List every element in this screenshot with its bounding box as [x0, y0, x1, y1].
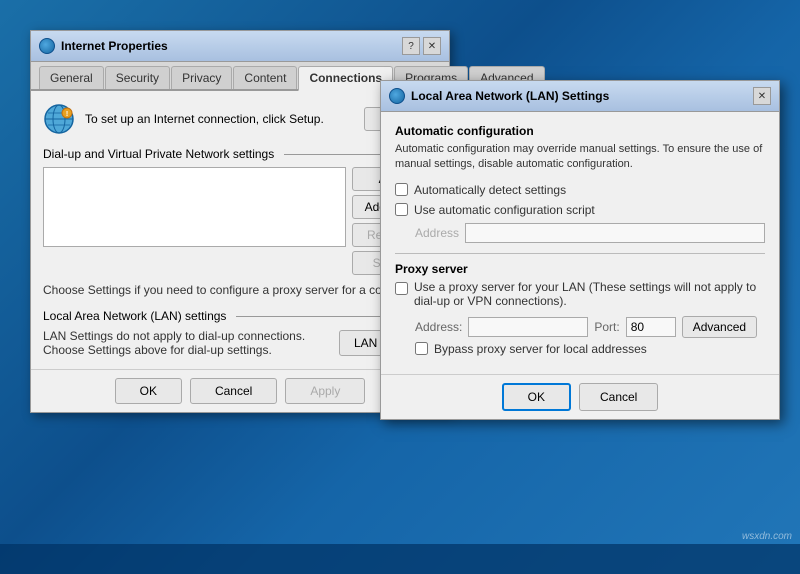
lan-titlebar-buttons: ✕	[753, 87, 771, 105]
port-input[interactable]: 80	[626, 317, 676, 337]
lan-row: LAN Settings do not apply to dial-up con…	[43, 329, 437, 357]
bypass-row: Bypass proxy server for local addresses	[415, 342, 765, 356]
main-titlebar-left: Internet Properties	[39, 38, 168, 54]
main-titlebar-buttons: ? ✕	[402, 37, 441, 55]
close-button[interactable]: ✕	[423, 37, 441, 55]
globe-icon: !	[43, 103, 75, 135]
lan-section: Local Area Network (LAN) settings LAN Se…	[43, 309, 437, 357]
dialup-list[interactable]	[43, 167, 346, 247]
auto-detect-label: Automatically detect settings	[414, 183, 566, 197]
address-placeholder-label: Address	[415, 226, 459, 240]
setup-text: To set up an Internet connection, click …	[85, 112, 354, 126]
port-field-label: Port:	[594, 320, 619, 334]
lan-titlebar: Local Area Network (LAN) Settings ✕	[381, 81, 779, 112]
auto-script-row: Use automatic configuration script	[395, 203, 765, 217]
lan-text: LAN Settings do not apply to dial-up con…	[43, 329, 329, 357]
proxy-address-input[interactable]	[468, 317, 588, 337]
main-ok-button[interactable]: OK	[115, 378, 182, 404]
main-dialog-title: Internet Properties	[61, 39, 168, 53]
watermark: wsxdn.com	[742, 531, 792, 542]
lan-titlebar-icon	[389, 88, 405, 104]
tab-content[interactable]: Content	[233, 66, 297, 89]
tab-connections[interactable]: Connections	[298, 66, 393, 91]
auto-script-label: Use automatic configuration script	[414, 203, 595, 217]
auto-script-address-row: Address	[415, 223, 765, 243]
svg-text:!: !	[66, 111, 68, 118]
dialup-list-area: Add... Add VPN... Remove... Settings	[43, 167, 437, 275]
lan-section-header: Local Area Network (LAN) settings	[43, 309, 437, 323]
tab-general[interactable]: General	[39, 66, 104, 89]
lan-cancel-button[interactable]: Cancel	[579, 383, 658, 411]
divider	[395, 253, 765, 254]
tab-security[interactable]: Security	[105, 66, 170, 89]
setup-row: ! To set up an Internet connection, clic…	[43, 103, 437, 135]
lan-footer: OK Cancel	[381, 374, 779, 419]
proxy-section-title: Proxy server	[395, 262, 765, 276]
choose-proxy-text: Choose Settings if you need to configure…	[43, 283, 437, 297]
proxy-checkbox[interactable]	[395, 282, 408, 295]
auto-detect-row: Automatically detect settings	[395, 183, 765, 197]
lan-titlebar-left: Local Area Network (LAN) Settings	[389, 88, 609, 104]
lan-dialog-title: Local Area Network (LAN) Settings	[411, 89, 609, 103]
lan-close-button[interactable]: ✕	[753, 87, 771, 105]
dialup-section-header: Dial-up and Virtual Private Network sett…	[43, 147, 437, 161]
lan-ok-button[interactable]: OK	[502, 383, 571, 411]
address-field-label: Address:	[415, 320, 462, 334]
main-titlebar: Internet Properties ? ✕	[31, 31, 449, 62]
proxy-address-row: Address: Port: 80 Advanced	[415, 316, 765, 338]
advanced-proxy-button[interactable]: Advanced	[682, 316, 757, 338]
auto-script-checkbox[interactable]	[395, 203, 408, 216]
lan-dialog-content: Automatic configuration Automatic config…	[381, 112, 779, 374]
auto-config-title: Automatic configuration	[395, 124, 765, 138]
auto-detect-checkbox[interactable]	[395, 183, 408, 196]
auto-config-address-input[interactable]	[465, 223, 765, 243]
proxy-check-label: Use a proxy server for your LAN (These s…	[414, 280, 765, 308]
titlebar-globe-icon	[39, 38, 55, 54]
auto-config-desc: Automatic configuration may override man…	[395, 142, 765, 173]
help-button[interactable]: ?	[402, 37, 420, 55]
taskbar	[0, 544, 800, 574]
tab-privacy[interactable]: Privacy	[171, 66, 232, 89]
bypass-label: Bypass proxy server for local addresses	[434, 342, 647, 356]
proxy-check-row: Use a proxy server for your LAN (These s…	[395, 280, 765, 308]
main-cancel-button[interactable]: Cancel	[190, 378, 277, 404]
bypass-checkbox[interactable]	[415, 342, 428, 355]
lan-settings-dialog: Local Area Network (LAN) Settings ✕ Auto…	[380, 80, 780, 420]
main-apply-button[interactable]: Apply	[285, 378, 365, 404]
